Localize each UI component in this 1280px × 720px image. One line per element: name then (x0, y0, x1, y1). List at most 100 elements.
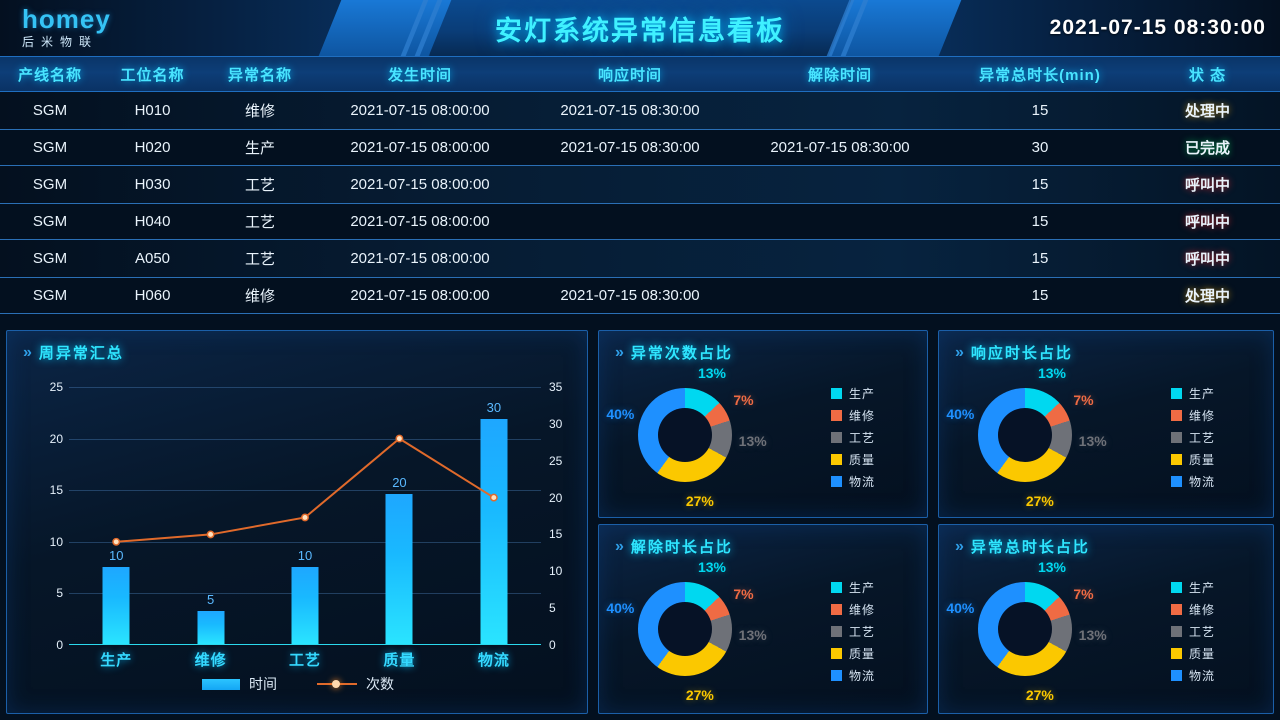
panel-count-share: » 异常次数占比 13% 7% 13% 27% 40% 生产 维修 工艺 质量 物流 (598, 330, 928, 518)
cell-occur-time: 2021-07-15 08:00:00 (350, 250, 490, 267)
legend-item[interactable]: 维修 (831, 407, 875, 424)
status-badge: 处理中 (1184, 288, 1230, 305)
legend-label: 维修 (1189, 603, 1216, 617)
status-badge: 呼叫中 (1184, 214, 1230, 231)
legend-item[interactable]: 物流 (831, 667, 875, 684)
panel-title-text: 响应时长占比 (970, 345, 1073, 362)
legend-item[interactable]: 物流 (831, 473, 875, 490)
table-header-row: 产线名称 工位名称 异常名称 发生时间 响应时间 解除时间 异常总时长(min) 状 态 (0, 56, 1280, 92)
legend-label: 工艺 (849, 431, 876, 445)
cell-respond-time: 2021-07-15 08:30:00 (560, 102, 700, 119)
legend-label: 物流 (849, 669, 876, 683)
y-axis-right-tick: 0 (549, 638, 556, 652)
panel-title-count: » 异常次数占比 (615, 342, 733, 363)
cell-occur-time: 2021-07-15 08:00:00 (350, 287, 490, 304)
legend-item[interactable]: 生产 (1171, 579, 1215, 596)
cell-duration: 30 (1031, 139, 1049, 156)
legend-item[interactable]: 次数 (317, 674, 394, 694)
legend-label: 物流 (1189, 475, 1216, 489)
donut-percent-label: 13% (738, 627, 767, 644)
cell-type: 维修 (244, 103, 275, 120)
legend-item[interactable]: 时间 (202, 674, 277, 694)
table-row[interactable]: SGM H060 维修 2021-07-15 08:00:00 2021-07-15 0… (0, 277, 1280, 314)
donut-percent-label: 7% (1073, 586, 1094, 603)
donut-percent-label: 27% (685, 687, 714, 704)
status-badge: 呼叫中 (1184, 251, 1230, 268)
y-axis-right-tick: 25 (549, 453, 563, 468)
cell-type: 生产 (244, 140, 275, 157)
legend-color-swatch-icon (1171, 476, 1182, 487)
legend-color-swatch-icon (1171, 670, 1182, 681)
cell-respond-time: 2021-07-15 08:30:00 (560, 287, 700, 304)
legend-color-swatch-icon (831, 648, 842, 659)
line-data-point[interactable] (489, 493, 498, 502)
legend-item[interactable]: 质量 (1171, 645, 1215, 662)
bar-chart-x-labels: 生产 维修 工艺 质量 物流 (69, 649, 541, 670)
legend-item[interactable]: 生产 (831, 579, 875, 596)
panel-title-text: 解除时长占比 (630, 539, 733, 556)
legend-item[interactable]: 工艺 (1171, 429, 1215, 446)
donut-legend: 生产维修工艺质量物流 (1171, 385, 1215, 490)
legend-label: 生产 (849, 387, 876, 401)
donut-percent-label: 13% (1078, 627, 1107, 644)
legend-item[interactable]: 生产 (1171, 385, 1215, 402)
page-header: homey 后米物联 安灯系统异常信息看板 2021-07-15 08:30:0… (0, 0, 1280, 56)
table-row[interactable]: SGM H040 工艺 2021-07-15 08:00:00 15 呼叫中 (0, 203, 1280, 240)
cell-respond-time: 2021-07-15 08:30:00 (560, 139, 700, 156)
legend-color-swatch-icon (831, 604, 842, 615)
legend-item[interactable]: 质量 (831, 451, 875, 468)
cell-occur-time: 2021-07-15 08:00:00 (350, 139, 490, 156)
status-badge: 已完成 (1184, 140, 1230, 157)
line-data-point[interactable] (301, 513, 309, 522)
x-axis-category-label: 工艺 (289, 652, 322, 669)
table-row[interactable]: SGM H030 工艺 2021-07-15 08:00:00 15 呼叫中 (0, 166, 1280, 203)
legend-label: 质量 (849, 647, 876, 661)
legend-item[interactable]: 物流 (1171, 667, 1215, 684)
legend-color-swatch-icon (831, 432, 842, 443)
cell-occur-time: 2021-07-15 08:00:00 (350, 213, 490, 230)
y-axis-left-tick: 20 (49, 431, 63, 446)
cell-duration: 15 (1031, 250, 1049, 267)
table-column-header: 解除时间 (807, 66, 872, 84)
table-row[interactable]: SGM H020 生产 2021-07-15 08:00:00 2021-07-15 0… (0, 129, 1280, 166)
legend-color-swatch-icon (1171, 648, 1182, 659)
legend-label: 工艺 (1189, 625, 1216, 639)
legend-item[interactable]: 质量 (831, 645, 875, 662)
cell-station: H040 (134, 213, 171, 230)
donut-percent-label: 13% (697, 558, 727, 575)
bar-chart-legend: 时间 次数 (7, 674, 589, 694)
donut-percent-label: 13% (738, 433, 767, 450)
table-row[interactable]: SGM A050 工艺 2021-07-15 08:00:00 15 呼叫中 (0, 240, 1280, 277)
line-data-point[interactable] (395, 434, 404, 443)
cell-line: SGM (32, 213, 68, 230)
legend-item[interactable]: 生产 (831, 385, 875, 402)
donut-hole (998, 602, 1052, 656)
legend-item[interactable]: 维修 (1171, 601, 1215, 618)
y-axis-left-tick: 10 (49, 534, 63, 549)
donut-percent-label: 13% (1037, 364, 1067, 381)
legend-item[interactable]: 工艺 (831, 623, 875, 640)
header-datetime: 2021-07-15 08:30:00 (1049, 16, 1266, 39)
x-axis-category-label: 维修 (194, 652, 227, 669)
legend-label: 维修 (1189, 409, 1216, 423)
legend-item[interactable]: 物流 (1171, 473, 1215, 490)
legend-item[interactable]: 维修 (1171, 407, 1215, 424)
legend-label: 物流 (1189, 669, 1216, 683)
legend-color-swatch-icon (831, 626, 842, 637)
status-badge: 呼叫中 (1184, 177, 1230, 194)
line-data-point[interactable] (206, 530, 215, 539)
legend-label: 工艺 (1189, 431, 1216, 445)
legend-color-swatch-icon (831, 476, 842, 487)
donut-percent-label: 7% (733, 586, 754, 603)
y-axis-right-tick: 30 (549, 416, 563, 431)
table-row[interactable]: SGM H010 维修 2021-07-15 08:00:00 2021-07-15 0… (0, 92, 1280, 129)
line-data-point[interactable] (112, 537, 121, 546)
cell-duration: 15 (1031, 287, 1049, 304)
legend-item[interactable]: 工艺 (1171, 623, 1215, 640)
logo: homey 后米物联 (22, 6, 111, 49)
legend-item[interactable]: 工艺 (831, 429, 875, 446)
cell-type: 维修 (244, 288, 275, 305)
legend-item[interactable]: 维修 (831, 601, 875, 618)
y-axis-right-tick: 5 (549, 601, 556, 616)
legend-item[interactable]: 质量 (1171, 451, 1215, 468)
